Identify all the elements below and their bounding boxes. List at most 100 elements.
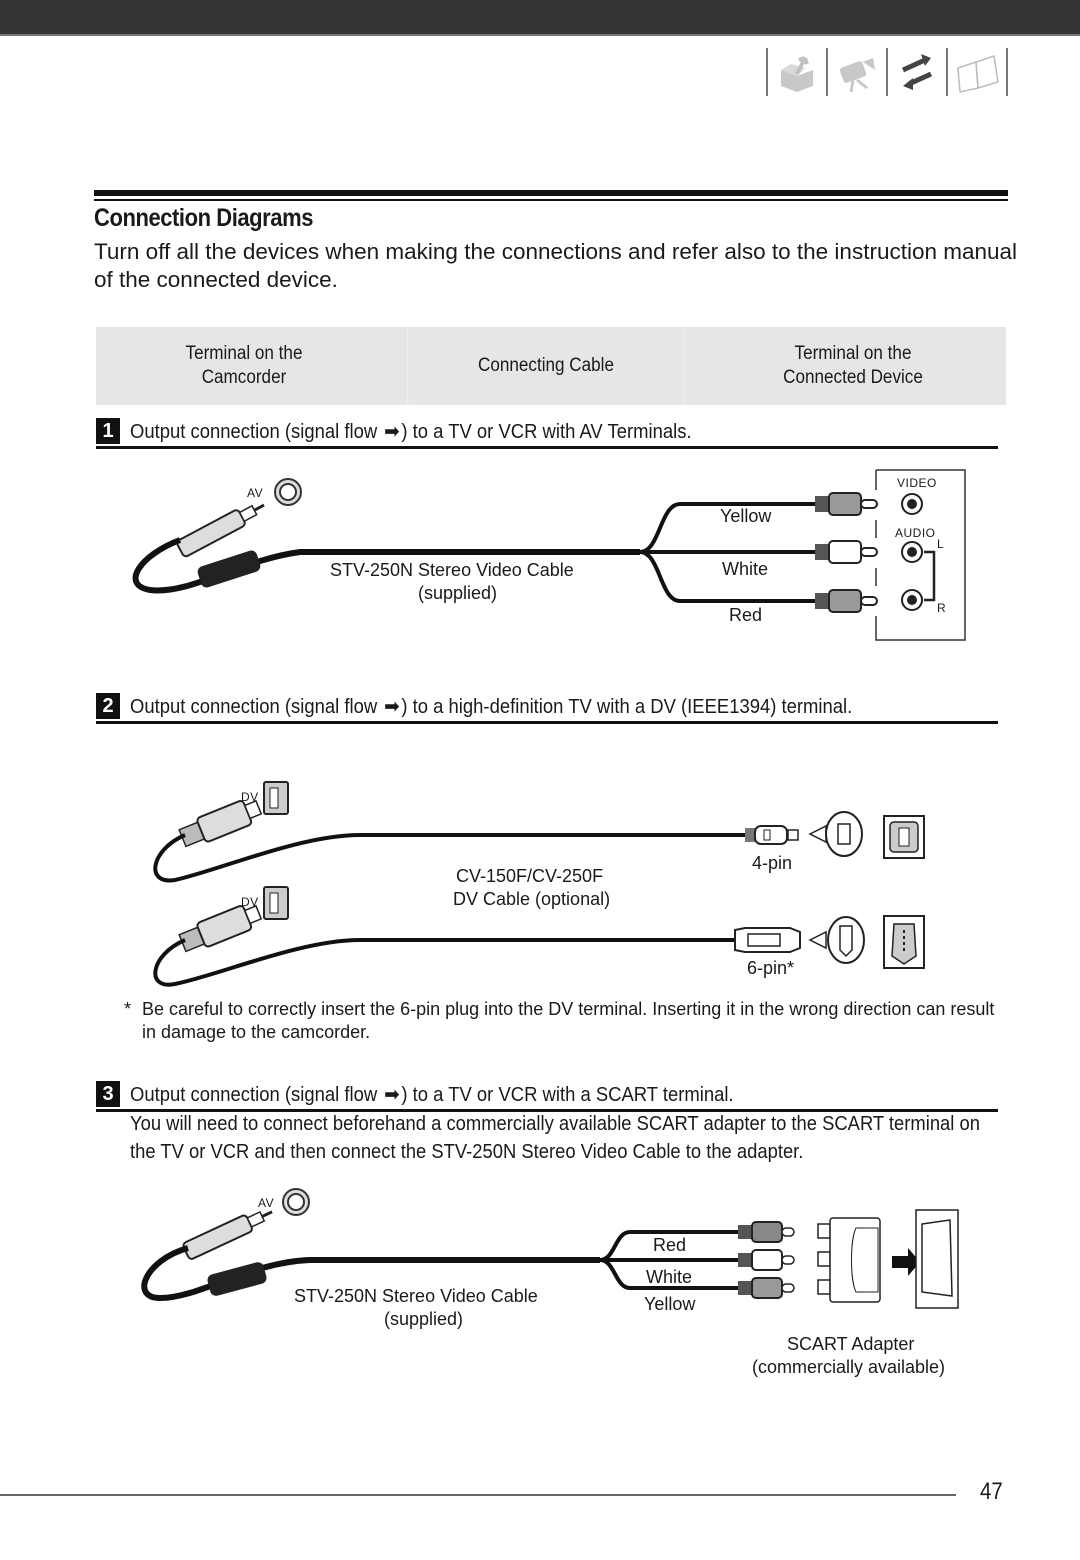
dv-terminal-label: DV bbox=[241, 790, 259, 804]
6-pin-plug-icon bbox=[734, 927, 801, 953]
header-connecting-cable: Connecting Cable bbox=[407, 327, 685, 405]
rca-plug-yellow-icon bbox=[738, 1277, 795, 1299]
preparation-box-icon[interactable] bbox=[774, 49, 820, 95]
title-rule-thin bbox=[94, 199, 1008, 201]
section-title-suffix: ) to a high-definition TV with a DV (IEE… bbox=[401, 694, 853, 718]
cable-name-label: STV-250N Stereo Video Cable bbox=[294, 1286, 538, 1306]
av-terminal-label: AV bbox=[247, 486, 264, 500]
av-jack-icon bbox=[282, 1188, 310, 1216]
footer-rule bbox=[0, 1494, 956, 1496]
audio-bracket bbox=[924, 550, 936, 602]
dv-cable-note-label: DV Cable (optional) bbox=[453, 889, 611, 909]
ferrite-core-icon bbox=[207, 1262, 267, 1296]
section-title-prefix: Output connection (signal flow bbox=[130, 694, 378, 718]
adapter-name-label: SCART Adapter bbox=[787, 1334, 915, 1354]
plug-label-red: Red bbox=[729, 605, 763, 625]
intro-text: Turn off all the devices when making the… bbox=[94, 239, 1018, 292]
dv-cable-4pin bbox=[153, 833, 745, 883]
audio-right-label: R bbox=[937, 601, 947, 615]
nav-divider bbox=[826, 48, 828, 96]
scart-adapter-icon bbox=[817, 1217, 881, 1303]
plug-label-white: White bbox=[646, 1267, 693, 1287]
av-jack-icon bbox=[274, 478, 302, 506]
rca-plug-white-icon bbox=[815, 540, 878, 564]
scart-connection-diagram: AV STV-250N Stereo Video Cable (supplied… bbox=[0, 1180, 1080, 1390]
camera-recording-icon[interactable] bbox=[834, 49, 880, 95]
dv-terminal-label: DV bbox=[241, 895, 259, 909]
section-3-heading: 3 Output connection (signal flow ➡) to a… bbox=[96, 1079, 998, 1112]
av-terminal-label: AV bbox=[258, 1196, 275, 1210]
av-connection-diagram: AV STV-250N Stereo Video Cable (supplied… bbox=[0, 460, 1080, 650]
scart-terminal-icon bbox=[915, 1209, 959, 1309]
dv-cable-6pin bbox=[153, 938, 735, 987]
cable-note-label: (supplied) bbox=[384, 1309, 464, 1329]
footnote-mark: * bbox=[124, 999, 132, 1019]
nav-divider bbox=[886, 48, 888, 96]
section-title-prefix: Output connection (signal flow bbox=[130, 1082, 378, 1106]
plug-label-red: Red bbox=[653, 1235, 687, 1255]
page-number: 47 bbox=[980, 1478, 1003, 1505]
section-title: Output connection (signal flow ➡) to a T… bbox=[130, 419, 692, 444]
chapter-nav bbox=[760, 46, 1014, 98]
header-line: Connected Device bbox=[783, 367, 923, 388]
section-title: Output connection (signal flow ➡) to a h… bbox=[130, 694, 852, 719]
header-line: Terminal on the bbox=[794, 343, 912, 364]
cable-name-label: STV-250N Stereo Video Cable bbox=[330, 560, 574, 580]
cable-note-label: (supplied) bbox=[418, 583, 498, 603]
video-jack-icon bbox=[901, 493, 923, 515]
section-2-heading: 2 Output connection (signal flow ➡) to a… bbox=[96, 691, 998, 724]
4-pin-label: 4-pin bbox=[752, 853, 793, 873]
6-pin-terminal-icon bbox=[883, 915, 925, 969]
top-bar bbox=[0, 0, 1080, 36]
4-pin-terminal-icon bbox=[883, 815, 925, 859]
4-pin-plug-icon bbox=[745, 825, 799, 845]
section-title-suffix: ) to a TV or VCR with a SCART terminal. bbox=[401, 1082, 734, 1106]
signal-flow-arrow-icon: ➡ bbox=[384, 1082, 400, 1106]
mini-plug-icon bbox=[176, 503, 265, 558]
audio-right-jack-icon bbox=[901, 589, 923, 611]
header-line: Connecting Cable bbox=[478, 355, 614, 376]
page-title: Connection Diagrams bbox=[94, 204, 314, 232]
plug-label-yellow: Yellow bbox=[720, 506, 772, 526]
section-title-suffix: ) to a TV or VCR with AV Terminals. bbox=[401, 419, 692, 443]
dv-port-icon bbox=[263, 781, 289, 815]
manual-book-icon[interactable] bbox=[954, 49, 1000, 95]
dv-footnote: * Be careful to correctly insert the 6-p… bbox=[124, 998, 1004, 1044]
nav-divider bbox=[946, 48, 948, 96]
section-number: 2 bbox=[96, 693, 120, 719]
header-line: Camcorder bbox=[201, 367, 287, 388]
section-title: Output connection (signal flow ➡) to a T… bbox=[130, 1082, 734, 1107]
section-title-prefix: Output connection (signal flow bbox=[130, 419, 378, 443]
rca-plug-red-icon bbox=[815, 589, 878, 613]
section-1-heading: 1 Output connection (signal flow ➡) to a… bbox=[96, 416, 998, 449]
mini-plug-icon bbox=[182, 1210, 273, 1260]
audio-left-jack-icon bbox=[901, 541, 923, 563]
footnote-text: Be careful to correctly insert the 6-pin… bbox=[142, 999, 995, 1042]
header-device-terminal: Terminal on the Connected Device bbox=[715, 327, 990, 405]
section-number: 1 bbox=[96, 418, 120, 444]
dv-port-icon bbox=[263, 886, 289, 920]
rca-plug-red-icon bbox=[738, 1221, 795, 1243]
dv-cable-name-label: CV-150F/CV-250F bbox=[456, 866, 604, 886]
title-rule bbox=[94, 190, 1008, 196]
adapter-note-label: (commercially available) bbox=[752, 1357, 946, 1377]
rca-plug-yellow-icon bbox=[815, 492, 878, 516]
section-number: 3 bbox=[96, 1081, 120, 1107]
signal-flow-arrow-icon: ➡ bbox=[384, 419, 400, 443]
dv-connection-diagram: DV DV CV-150F/CV-250F DV Cable (optional… bbox=[0, 770, 1080, 990]
plug-label-white: White bbox=[722, 559, 769, 579]
connection-table-header: Terminal on the Camcorder Connecting Cab… bbox=[96, 327, 1006, 405]
audio-left-label: L bbox=[937, 537, 945, 551]
6-pin-label: 6-pin* bbox=[747, 958, 795, 978]
signal-flow-arrow-icon: ➡ bbox=[384, 694, 400, 718]
audio-label: AUDIO bbox=[895, 526, 936, 540]
external-connections-icon[interactable] bbox=[894, 49, 940, 95]
plug-label-yellow: Yellow bbox=[644, 1294, 696, 1314]
nav-divider bbox=[766, 48, 768, 96]
ferrite-core-icon bbox=[197, 550, 261, 588]
header-camcorder-terminal: Terminal on the Camcorder bbox=[111, 327, 377, 405]
scart-instructions: You will need to connect beforehand a co… bbox=[130, 1113, 980, 1163]
video-label: VIDEO bbox=[897, 476, 937, 490]
header-line: Terminal on the bbox=[185, 343, 303, 364]
rca-plug-white-icon bbox=[738, 1249, 795, 1271]
